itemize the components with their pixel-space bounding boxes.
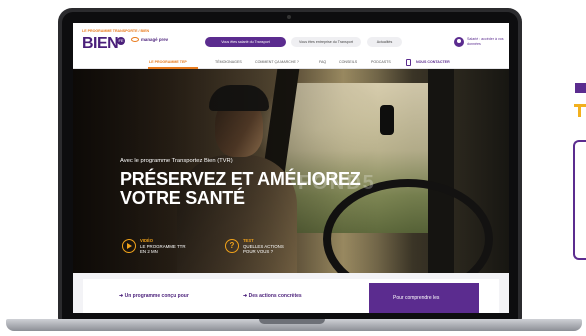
logo-tagline: LE PROGRAMME TRANSPORTE / BIEN — [82, 29, 150, 33]
document-icon[interactable] — [406, 59, 411, 66]
nav-item-podcasts[interactable]: PODCASTS — [371, 60, 391, 64]
nav-item-advice[interactable]: CONSEILS — [339, 60, 357, 64]
side-card — [573, 140, 586, 260]
account-icon[interactable] — [454, 37, 464, 47]
play-icon[interactable] — [122, 239, 136, 253]
test-link[interactable]: QUELLES ACTIONS POUR VOUS ? — [243, 244, 289, 255]
hero-subtitle: Avec le programme Transportez Bien (TVR) — [120, 158, 233, 164]
camera-icon — [287, 15, 291, 19]
test-kicker[interactable]: TEST — [243, 238, 254, 243]
partner-mark-icon — [131, 37, 139, 43]
stage: LE PROGRAMME TRANSPORTE / BIEN BIEN FE m… — [0, 0, 586, 336]
main-nav: LE PROGRAMME TEP TÉMOIGNAGES COMMENT ÇA … — [73, 57, 509, 69]
laptop-notch — [259, 319, 325, 324]
partner-logo[interactable]: managé prev — [131, 37, 169, 43]
programme-link[interactable]: Un programme conçu pour — [119, 293, 189, 299]
nav-item-contact[interactable]: NOUS CONTACTER — [416, 60, 450, 64]
side-purple-block — [575, 83, 586, 93]
video-link[interactable]: LE PROGRAMME TTR EN 2 MN — [140, 244, 186, 255]
logo-wordmark: BIEN — [82, 35, 119, 52]
nav-item-how-it-works[interactable]: COMMENT ÇA MARCHE ? — [255, 60, 299, 64]
laptop-screen: LE PROGRAMME TRANSPORTE / BIEN BIEN FE m… — [73, 23, 509, 313]
below-hero-section: Un programme conçu pour Des actions conc… — [73, 273, 509, 313]
video-kicker[interactable]: VIDÉO — [140, 238, 153, 243]
side-t-icon — [572, 104, 586, 118]
nav-item-faq[interactable]: FAQ — [319, 60, 326, 64]
account-link[interactable]: Salarié : accéder à vos données — [467, 37, 507, 46]
round-badge-icon: FE — [117, 37, 125, 45]
nav-item-programme[interactable]: LE PROGRAMME TEP — [149, 60, 187, 64]
watermark: FOND5 — [298, 172, 376, 194]
company-button[interactable]: Vous êtes entreprise du Transport — [291, 37, 361, 47]
site-logo[interactable]: LE PROGRAMME TRANSPORTE / BIEN BIEN — [82, 29, 149, 53]
news-button[interactable]: Actualités — [367, 37, 402, 47]
understand-label: Pour comprendre les — [393, 295, 440, 301]
hero-banner: Avec le programme Transportez Bien (TVR)… — [73, 69, 509, 273]
question-icon[interactable]: ? — [225, 239, 239, 253]
employee-button[interactable]: Vous êtes salarié du Transport — [205, 37, 286, 47]
understand-panel[interactable]: Pour comprendre les — [369, 283, 479, 313]
nav-item-testimonials[interactable]: TÉMOIGNAGES — [215, 60, 242, 64]
site-header: LE PROGRAMME TRANSPORTE / BIEN BIEN FE m… — [73, 23, 509, 57]
actions-link[interactable]: Des actions concrètes — [243, 293, 302, 299]
partner-name: managé prev — [141, 37, 169, 42]
